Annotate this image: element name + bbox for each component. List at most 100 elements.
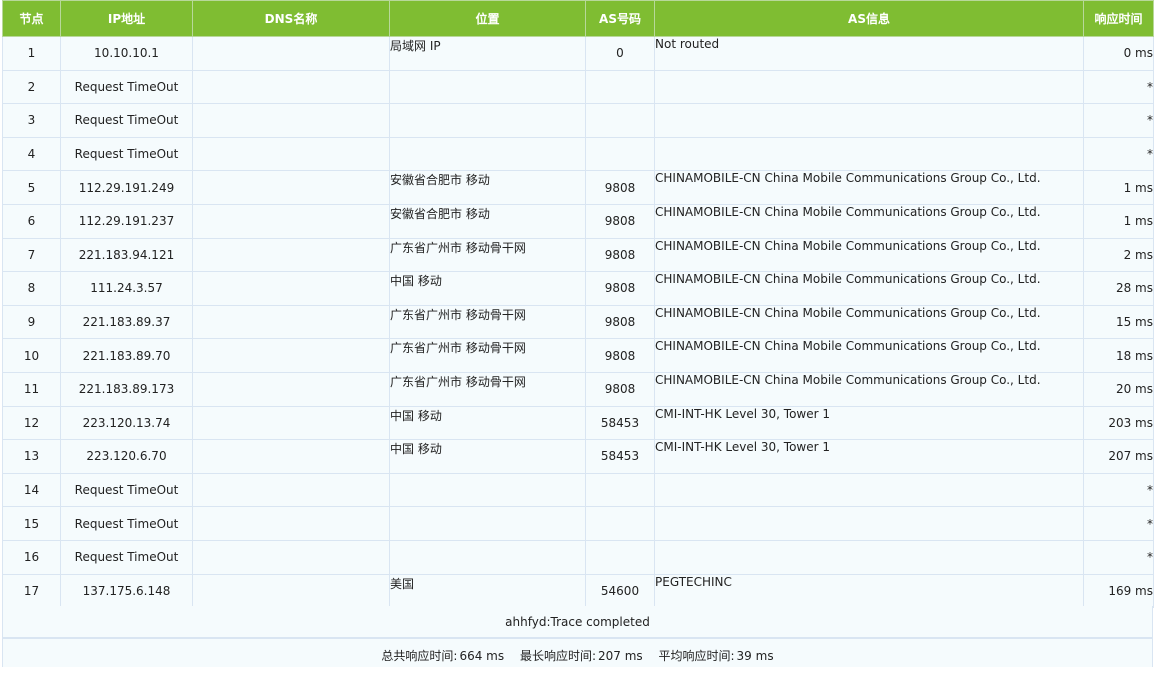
avg-response-value: 39 ms — [736, 649, 774, 663]
cell-as-number: 9808 — [585, 304, 655, 340]
cell-dns-name — [192, 439, 390, 474]
cell-response-time: * — [1083, 539, 1154, 575]
cell-as-info: CHINAMOBILE-CN China Mobile Communicatio… — [654, 304, 1084, 340]
cell-response-time: * — [1083, 136, 1154, 172]
cell-as-info: CHINAMOBILE-CN China Mobile Communicatio… — [654, 271, 1084, 306]
cell-node: 4 — [2, 136, 61, 172]
cell-as-number: 9808 — [585, 371, 655, 407]
cell-as-number — [585, 136, 655, 172]
max-response-time: 最长响应时间: 207 ms — [520, 649, 643, 663]
cell-location: 广东省广州市 移动骨干网 — [389, 338, 586, 373]
cell-location — [389, 136, 586, 172]
table-row: 1 10.10.10.1 局域网 IP 0 Not routed 0 ms — [2, 36, 1154, 71]
max-response-label: 最长响应时间: — [519, 649, 596, 663]
cell-location: 广东省广州市 移动骨干网 — [389, 371, 586, 407]
cell-dns-name — [192, 371, 390, 407]
cell-as-info: Not routed — [654, 36, 1084, 71]
cell-response-time: 207 ms — [1083, 439, 1154, 474]
header-node: 节点 — [2, 0, 61, 37]
cell-ip-address: Request TimeOut — [60, 103, 193, 138]
cell-location: 广东省广州市 移动骨干网 — [389, 237, 586, 273]
cell-ip-address: 137.175.6.148 — [60, 573, 193, 609]
cell-ip-address: Request TimeOut — [60, 472, 193, 508]
header-location: 位置 — [389, 0, 586, 37]
cell-as-info: CHINAMOBILE-CN China Mobile Communicatio… — [654, 237, 1084, 273]
cell-as-info: CHINAMOBILE-CN China Mobile Communicatio… — [654, 371, 1084, 407]
cell-node: 7 — [2, 237, 61, 273]
cell-node: 10 — [2, 338, 61, 373]
cell-dns-name — [192, 405, 390, 441]
trace-completed-text: ahhfyd:Trace completed — [3, 606, 1152, 639]
cell-as-info: CHINAMOBILE-CN China Mobile Communicatio… — [654, 170, 1084, 205]
cell-response-time: * — [1083, 506, 1154, 541]
cell-location: 中国 移动 — [389, 271, 586, 306]
cell-node: 17 — [2, 573, 61, 609]
cell-location — [389, 103, 586, 138]
cell-dns-name — [192, 69, 390, 105]
cell-response-time: 1 ms — [1083, 203, 1154, 239]
cell-ip-address: 112.29.191.249 — [60, 170, 193, 205]
cell-ip-address: Request TimeOut — [60, 506, 193, 541]
cell-as-info — [654, 136, 1084, 172]
cell-as-info — [654, 103, 1084, 138]
table-row: 15 Request TimeOut * — [2, 506, 1154, 541]
cell-node: 15 — [2, 506, 61, 541]
cell-as-info: CHINAMOBILE-CN China Mobile Communicatio… — [654, 203, 1084, 239]
table-row: 2 Request TimeOut * — [2, 69, 1154, 105]
table-row: 13 223.120.6.70 中国 移动 58453 CMI-INT-HK Level… — [2, 439, 1154, 474]
cell-response-time: 203 ms — [1083, 405, 1154, 441]
cell-as-number — [585, 69, 655, 105]
trace-summary: ahhfyd:Trace completed 总共响应时间: 664 ms 最长响… — [2, 606, 1153, 667]
header-response-time: 响应时间 — [1083, 0, 1154, 37]
cell-dns-name — [192, 338, 390, 373]
cell-location: 美国 — [389, 573, 586, 609]
cell-dns-name — [192, 203, 390, 239]
cell-as-number: 54600 — [585, 573, 655, 609]
cell-response-time: 15 ms — [1083, 304, 1154, 340]
cell-ip-address: 111.24.3.57 — [60, 271, 193, 306]
cell-node: 1 — [2, 36, 61, 71]
avg-response-time: 平均响应时间: 39 ms — [659, 649, 774, 663]
cell-as-number: 9808 — [585, 170, 655, 205]
table-row: 5 112.29.191.249 安徽省合肥市 移动 9808 CHINAMOBILE-… — [2, 170, 1154, 205]
table-row: 16 Request TimeOut * — [2, 539, 1154, 575]
cell-as-number — [585, 103, 655, 138]
cell-as-number: 0 — [585, 36, 655, 71]
cell-node: 9 — [2, 304, 61, 340]
cell-response-time: 1 ms — [1083, 170, 1154, 205]
cell-node: 16 — [2, 539, 61, 575]
cell-ip-address: 223.120.6.70 — [60, 439, 193, 474]
cell-location: 局域网 IP — [389, 36, 586, 71]
cell-node: 12 — [2, 405, 61, 441]
table-header: 节点 IP地址 DNS名称 位置 AS号码 AS信息 响应时间 — [2, 0, 1154, 37]
cell-as-number: 58453 — [585, 405, 655, 441]
cell-response-time: 18 ms — [1083, 338, 1154, 373]
cell-as-number: 9808 — [585, 271, 655, 306]
cell-as-info: CHINAMOBILE-CN China Mobile Communicatio… — [654, 338, 1084, 373]
table-body: 1 10.10.10.1 局域网 IP 0 Not routed 0 ms 2 Request… — [2, 36, 1154, 609]
cell-dns-name — [192, 36, 390, 71]
cell-dns-name — [192, 539, 390, 575]
total-response-label: 总共响应时间: — [381, 649, 458, 663]
cell-node: 8 — [2, 271, 61, 306]
cell-ip-address: 221.183.94.121 — [60, 237, 193, 273]
table-row: 10 221.183.89.70 广东省广州市 移动骨干网 9808 CHINAMOBI… — [2, 338, 1154, 373]
cell-response-time: * — [1083, 472, 1154, 508]
header-as-number: AS号码 — [585, 0, 655, 37]
cell-ip-address: 223.120.13.74 — [60, 405, 193, 441]
cell-as-info: CMI-INT-HK Level 30, Tower 1 — [654, 439, 1084, 474]
cell-node: 6 — [2, 203, 61, 239]
cell-dns-name — [192, 237, 390, 273]
header-as-info: AS信息 — [654, 0, 1084, 37]
traceroute-table-container: 节点 IP地址 DNS名称 位置 AS号码 AS信息 响应时间 1 10.10.1… — [2, 0, 1154, 609]
cell-as-number — [585, 539, 655, 575]
table-row: 12 223.120.13.74 中国 移动 58453 CMI-INT-HK Leve… — [2, 405, 1154, 441]
cell-ip-address: 221.183.89.173 — [60, 371, 193, 407]
cell-as-number: 9808 — [585, 237, 655, 273]
cell-response-time: * — [1083, 103, 1154, 138]
total-response-time: 总共响应时间: 664 ms — [381, 649, 504, 663]
cell-location — [389, 506, 586, 541]
cell-location: 广东省广州市 移动骨干网 — [389, 304, 586, 340]
cell-response-time: 20 ms — [1083, 371, 1154, 407]
cell-ip-address: 112.29.191.237 — [60, 203, 193, 239]
